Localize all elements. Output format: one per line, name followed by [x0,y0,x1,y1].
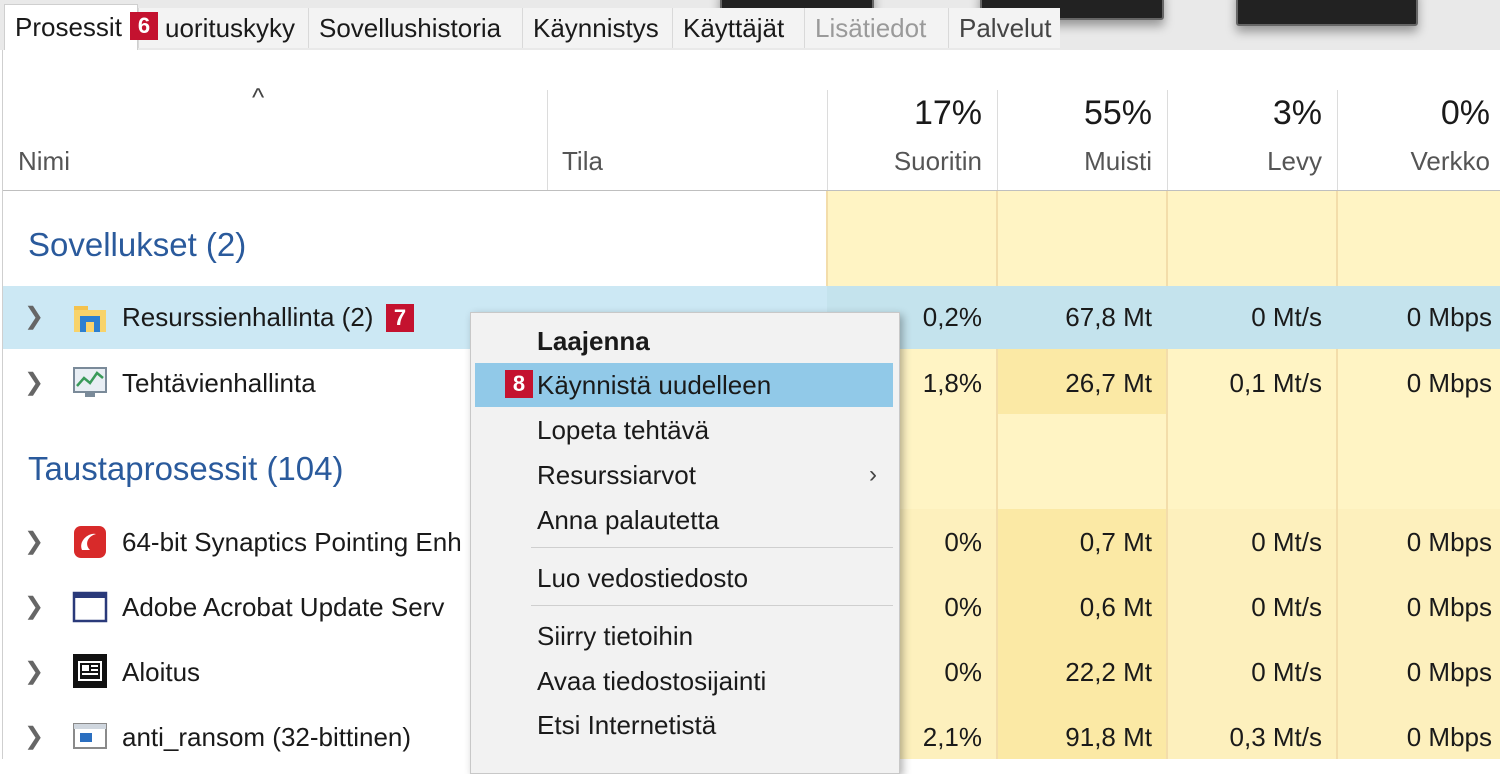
menu-item-go-to-details[interactable]: Siirry tietoihin [471,614,899,658]
menu-item-restart[interactable]: Käynnistä uudelleen [475,363,893,407]
step-badge-8: 8 [505,370,533,398]
column-divider[interactable] [997,90,998,190]
network-value: 0 Mbps [1406,527,1492,557]
column-disk[interactable]: Levy [1180,146,1322,177]
expand-chevron-icon[interactable]: ❯ [24,368,44,397]
sort-ascending-icon[interactable]: ^ [252,82,264,113]
menu-item-end-task[interactable]: Lopeta tehtävä [471,408,899,452]
window-icon [72,591,108,623]
group-apps-title: Sovellukset (2) [28,226,247,263]
menu-item-feedback[interactable]: Anna palautetta [471,498,899,542]
heat-background [898,414,1500,509]
column-cpu[interactable]: Suoritin [840,146,982,177]
process-name[interactable]: anti_ransom (32-bittinen) [122,722,411,753]
grid-line [1166,191,1168,759]
menu-item-open-location[interactable]: Avaa tiedostosijainti [471,659,899,703]
menu-item-create-dump[interactable]: Luo vedostiedosto [471,556,899,600]
column-divider[interactable] [547,90,548,190]
disk-value: 0,3 Mt/s [1229,722,1322,752]
column-network[interactable]: Verkko [1350,146,1491,177]
disk-value: 0,1 Mt/s [1229,368,1322,398]
column-divider[interactable] [1337,90,1338,190]
process-name[interactable]: Aloitus [122,657,200,688]
network-value: 0 Mbps [1406,368,1492,398]
process-name[interactable]: Adobe Acrobat Update Serv [122,592,444,623]
expand-chevron-icon[interactable]: ❯ [24,592,44,621]
menu-item-search-web[interactable]: Etsi Internetistä [471,703,899,747]
expand-chevron-icon[interactable]: ❯ [24,657,44,686]
column-divider[interactable] [1167,90,1168,190]
task-manager-icon [73,367,107,397]
grid-line [996,191,998,759]
column-name[interactable]: Nimi [18,146,70,177]
submenu-arrow-icon: › [869,461,877,488]
start-icon [73,654,107,688]
network-total: 0% [1440,94,1490,132]
tab-startup[interactable]: Käynnistys [522,8,672,48]
expand-chevron-icon[interactable]: ❯ [24,722,44,751]
tab-performance[interactable]: uorituskyky [138,8,308,48]
column-memory[interactable]: Muisti [1010,146,1152,177]
column-status[interactable]: Tila [562,146,603,177]
menu-separator [531,605,893,606]
process-name[interactable]: Tehtävienhallinta [122,368,316,399]
folder-icon [74,306,106,332]
memory-value: 67,8 Mt [1065,302,1152,332]
disk-value: 0 Mt/s [1251,592,1322,622]
memory-total: 55% [1083,94,1152,132]
memory-value: 0,6 Mt [1079,592,1152,622]
menu-separator [531,547,893,548]
menu-item-expand[interactable]: Laajenna [471,319,899,363]
tab-services[interactable]: Palvelut [948,8,1060,48]
disk-total: 3% [1272,94,1322,132]
disk-value: 0 Mt/s [1251,302,1322,332]
process-name[interactable]: 64-bit Synaptics Pointing Enh [122,527,462,558]
expand-chevron-icon[interactable]: ❯ [24,527,44,556]
app-window-icon [73,723,107,749]
tab-details[interactable]: Lisätiedot [804,8,948,48]
process-name[interactable]: Resurssienhallinta (2) [122,302,373,333]
heat-background [827,191,1500,286]
step-badge-7: 7 [386,304,414,332]
group-background-title: Taustaprosessit (104) [28,450,344,487]
column-divider[interactable] [827,90,828,190]
network-value: 0 Mbps [1406,592,1492,622]
network-value: 0 Mbps [1406,657,1492,687]
disk-value: 0 Mt/s [1251,657,1322,687]
memory-value: 26,7 Mt [1065,368,1152,398]
network-value: 0 Mbps [1406,722,1492,752]
disk-value: 0 Mt/s [1251,527,1322,557]
expand-chevron-icon[interactable]: ❯ [24,302,44,331]
memory-value: 0,7 Mt [1079,527,1152,557]
tab-processes[interactable]: Prosessit [4,4,138,50]
cpu-total: 17% [913,94,982,132]
step-badge-6: 6 [130,12,158,40]
tab-app-history[interactable]: Sovellushistoria [308,8,522,48]
synaptics-icon [74,526,106,558]
grid-line [1336,191,1338,759]
memory-value: 22,2 Mt [1065,657,1152,687]
context-menu: Laajenna Käynnistä uudelleen Lopeta teht… [470,312,900,774]
network-value: 0 Mbps [1406,302,1492,332]
decorative-device-image [1236,0,1418,26]
tab-users[interactable]: Käyttäjät [672,8,804,48]
memory-value: 91,8 Mt [1065,722,1152,752]
menu-item-resource-values[interactable]: Resurssiarvot › [471,453,899,497]
